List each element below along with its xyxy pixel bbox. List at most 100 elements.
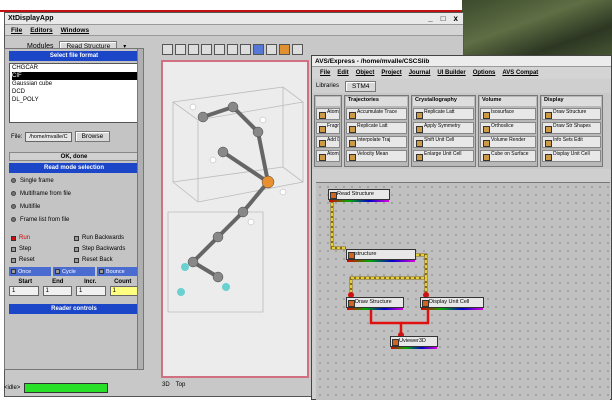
menu-file[interactable]: File xyxy=(11,27,22,34)
library-column-side: Atoms Fragments Add Data Atoms xyxy=(314,95,342,167)
menu-journal[interactable]: Journal xyxy=(409,70,431,76)
node-draw-structure[interactable]: Draw Structure xyxy=(346,297,404,310)
list-item-selected[interactable]: CIF xyxy=(12,72,138,80)
run-button[interactable]: Run xyxy=(11,233,74,243)
menu-editors[interactable]: Editors xyxy=(30,27,52,34)
library-module[interactable]: Accumulate Trace xyxy=(346,108,407,120)
step-button[interactable]: Step xyxy=(11,244,74,254)
network-editor[interactable]: Read Structure structure Draw Structure … xyxy=(316,182,610,400)
library-module[interactable]: Draw Structure xyxy=(542,108,601,120)
library-module[interactable]: Info Sets Edit xyxy=(542,136,601,148)
maximize-button[interactable]: □ xyxy=(441,14,446,23)
menu-windows[interactable]: Windows xyxy=(61,27,89,34)
minimize-button[interactable]: _ xyxy=(428,14,432,23)
library-module[interactable]: Apply Symmetry xyxy=(413,122,474,134)
list-item[interactable]: DCD xyxy=(12,88,138,96)
menu-edit[interactable]: Edit xyxy=(337,70,348,76)
mode-multiframe[interactable]: Multiframe from file xyxy=(11,188,137,199)
color-icon[interactable] xyxy=(253,44,264,55)
pan-icon[interactable] xyxy=(201,44,212,55)
library-column-crystallography: Crystallography Replicate Latt Apply Sym… xyxy=(411,95,476,167)
radio-icon xyxy=(99,269,104,274)
3d-viewport[interactable] xyxy=(161,60,309,378)
library-module[interactable]: Replicate Latt xyxy=(413,108,474,120)
camera-icon[interactable] xyxy=(266,44,277,55)
loop-cycle[interactable]: Cycle xyxy=(53,267,95,276)
menu-file[interactable]: File xyxy=(320,70,330,76)
ok-done-button[interactable]: OK, done xyxy=(9,152,139,161)
loop-once[interactable]: Once xyxy=(9,267,51,276)
menu-options[interactable]: Options xyxy=(473,70,496,76)
libraries-label: Libraries xyxy=(316,83,340,89)
node-label: Draw Structure xyxy=(355,299,392,305)
library-module[interactable]: Volume Render xyxy=(480,136,536,148)
rotate-icon[interactable] xyxy=(175,44,186,55)
count-field[interactable]: 1 xyxy=(109,286,139,296)
menu-object[interactable]: Object xyxy=(356,70,375,76)
grid-icon[interactable] xyxy=(214,44,225,55)
column-title xyxy=(316,97,340,106)
pointer-icon[interactable] xyxy=(162,44,173,55)
start-field[interactable]: 1 xyxy=(9,286,39,296)
file-path-field[interactable]: /home/mvalle/C xyxy=(25,131,72,142)
list-item[interactable]: CHGCAR xyxy=(12,64,138,72)
zoom-icon[interactable] xyxy=(188,44,199,55)
radio-icon xyxy=(55,269,60,274)
library-module[interactable]: Isosurface xyxy=(480,108,536,120)
incr-field[interactable]: 1 xyxy=(76,286,106,296)
tab-3d[interactable]: 3D xyxy=(162,382,170,388)
viewer-tabs: 3D Top xyxy=(162,382,185,388)
browse-button[interactable]: Browse xyxy=(74,131,111,142)
node-structure[interactable]: structure xyxy=(346,249,416,262)
column-title: Trajectories xyxy=(346,97,407,106)
library-module[interactable]: Draw Str Shapes xyxy=(542,122,601,134)
port-stripe xyxy=(347,260,415,262)
library-module[interactable]: Velocity Mean xyxy=(346,150,407,162)
menu-avs-compat[interactable]: AVS Compat xyxy=(502,70,538,76)
library-module[interactable]: Display Unit Cell xyxy=(542,150,601,162)
library-module[interactable]: Atoms xyxy=(316,150,340,162)
node-display-unit-cell[interactable]: Display Unit Cell xyxy=(420,297,484,310)
radio-icon xyxy=(11,217,16,222)
library-module[interactable]: Shift Unit Cell xyxy=(413,136,474,148)
mode-multifile[interactable]: Multifile xyxy=(11,201,137,212)
mode-frame-list[interactable]: Frame list from file xyxy=(11,214,137,225)
end-field[interactable]: 1 xyxy=(42,286,72,296)
close-button[interactable]: x xyxy=(454,14,458,23)
network-connections xyxy=(329,195,430,338)
step-backwards-button[interactable]: Step Backwards xyxy=(74,244,137,254)
format-list[interactable]: CHGCAR CIF Gaussian cube DCD DL_POLY xyxy=(9,63,139,123)
run-backwards-button[interactable]: Run Backwards xyxy=(74,233,137,243)
library-module[interactable]: Cube on Surface xyxy=(480,150,536,162)
light-icon[interactable] xyxy=(279,44,290,55)
library-module[interactable]: Atoms xyxy=(316,108,340,120)
menu-ui-builder[interactable]: UI Builder xyxy=(437,70,465,76)
start-header: Start xyxy=(18,279,33,285)
list-item[interactable]: DL_POLY xyxy=(12,96,138,104)
library-module[interactable]: Interpolate Traj xyxy=(346,136,407,148)
library-module[interactable]: Enlarge Unit Cell xyxy=(413,150,474,162)
tab-top[interactable]: Top xyxy=(176,382,186,388)
node-read-structure[interactable]: Read Structure xyxy=(328,189,390,202)
library-module[interactable]: Replicate Latt xyxy=(346,122,407,134)
mode-label: Single frame xyxy=(20,177,54,184)
library-select[interactable]: STM4 xyxy=(345,80,377,92)
avs-title-bar: AVS/Express - /home/mvalle/CSCSlib xyxy=(312,56,611,67)
layout-icon[interactable] xyxy=(227,44,238,55)
reset-button[interactable]: Reset xyxy=(11,255,74,265)
background-photo xyxy=(462,0,612,60)
library-module[interactable]: Add Data xyxy=(316,136,340,148)
loop-bounce[interactable]: Bounce xyxy=(97,267,139,276)
menu-project[interactable]: Project xyxy=(381,70,401,76)
toggle-icon xyxy=(11,246,16,252)
list-item[interactable]: Gaussian cube xyxy=(12,80,138,88)
control-label: Reset Back xyxy=(82,257,113,263)
node-uviewer3d[interactable]: Uviewer3D xyxy=(390,336,438,349)
panel-scrollbar[interactable] xyxy=(137,49,143,369)
move-icon[interactable] xyxy=(240,44,251,55)
library-module[interactable]: Orthoslice xyxy=(480,122,536,134)
library-module[interactable]: Fragments xyxy=(316,122,340,134)
reset-back-button[interactable]: Reset Back xyxy=(74,255,137,265)
view-icon[interactable] xyxy=(292,44,303,55)
mode-single-frame[interactable]: Single frame xyxy=(11,175,137,186)
